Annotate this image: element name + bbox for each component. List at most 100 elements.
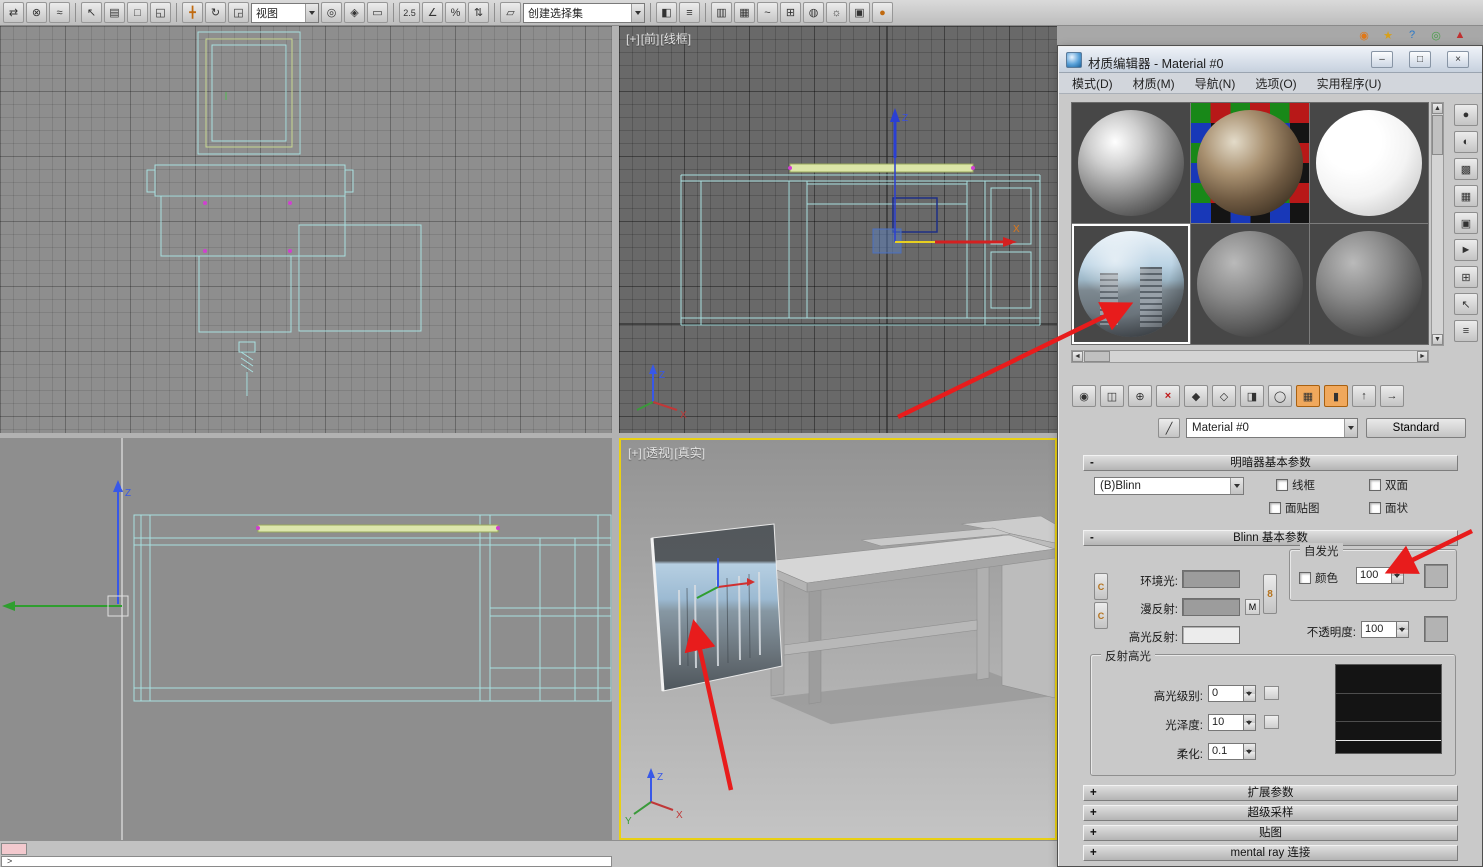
angle-snap-icon[interactable]: ∠ <box>422 2 443 23</box>
shader-type-dropdown[interactable]: (B)Blinn <box>1094 477 1244 495</box>
select-and-link-icon[interactable]: ⇄ <box>3 2 24 23</box>
rectangular-selection-icon[interactable]: □ <box>127 2 148 23</box>
viewport-menu-general[interactable]: [+] <box>628 446 642 460</box>
rollout-mental-ray-connection[interactable]: + mental ray 连接 <box>1083 845 1458 861</box>
video-color-check-icon[interactable]: ▣ <box>1454 212 1478 234</box>
material-sample-slot-2[interactable] <box>1191 103 1309 223</box>
spinner-down-icon[interactable] <box>1244 723 1255 731</box>
sample-uv-tiling-icon[interactable]: ▦ <box>1454 185 1478 207</box>
scroll-up-icon[interactable]: ▲ <box>1432 103 1443 114</box>
menu-item-material[interactable]: 材质(M) <box>1133 75 1175 92</box>
rollout-supersampling[interactable]: + 超级采样 <box>1083 805 1458 821</box>
self-illum-spinner[interactable]: 100 <box>1356 567 1404 584</box>
material-editor-titlebar[interactable]: 材质编辑器 - Material #0 – □ × <box>1059 47 1482 73</box>
viewport-menu-shading[interactable]: [真实] <box>674 446 705 460</box>
material-sample-slot-5[interactable] <box>1191 224 1309 344</box>
specular-level-spinner[interactable]: 0 <box>1208 685 1256 702</box>
viewport-menu-pov[interactable]: [前] <box>641 32 660 46</box>
rollout-shader-basic-parameters[interactable]: - 明暗器基本参数 <box>1083 455 1458 471</box>
soften-value[interactable]: 0.1 <box>1208 743 1244 760</box>
spinner-down-icon[interactable] <box>1244 752 1255 760</box>
make-preview-icon[interactable]: ► <box>1454 239 1478 261</box>
opacity-value[interactable]: 100 <box>1361 621 1397 638</box>
schematic-view-icon[interactable]: ⊞ <box>780 2 801 23</box>
spinner-down-icon[interactable] <box>1392 576 1403 584</box>
material-sample-slot-4-active[interactable] <box>1072 224 1190 344</box>
spinner-down-icon[interactable] <box>1397 630 1408 638</box>
window-crossing-icon[interactable]: ◱ <box>150 2 171 23</box>
percent-snap-icon[interactable]: % <box>445 2 466 23</box>
spinner-snap-icon[interactable]: ⇅ <box>468 2 489 23</box>
diffuse-color-swatch[interactable] <box>1182 598 1240 616</box>
search-icon[interactable]: ◎ <box>1428 27 1444 43</box>
material-type-button[interactable]: Standard <box>1366 418 1466 438</box>
menu-item-navigation[interactable]: 导航(N) <box>1195 75 1236 92</box>
glossiness-map-button[interactable] <box>1264 715 1279 729</box>
material-map-navigator-icon[interactable]: ≡ <box>1454 320 1478 342</box>
viewport-perspective[interactable]: [+][透视][真实] <box>619 438 1057 840</box>
viewport-menu-shading[interactable]: [线框] <box>660 32 691 46</box>
material-editor-options-icon[interactable]: ⊞ <box>1454 266 1478 288</box>
material-sample-slot-3[interactable] <box>1310 103 1428 223</box>
sample-type-icon[interactable]: ● <box>1454 104 1478 126</box>
menu-item-mode[interactable]: 模式(D) <box>1072 75 1113 92</box>
go-to-parent-icon[interactable]: ↑ <box>1352 385 1376 407</box>
put-to-library-icon[interactable]: ◨ <box>1240 385 1264 407</box>
maxscript-macro-recorder[interactable] <box>1 843 27 855</box>
assign-material-to-selection-icon[interactable]: ⊕ <box>1128 385 1152 407</box>
faceted-checkbox[interactable]: 面状 <box>1369 500 1408 516</box>
wire-checkbox[interactable]: 线框 <box>1276 477 1315 493</box>
select-and-manipulate-icon[interactable]: ◈ <box>344 2 365 23</box>
mirror-icon[interactable]: ◧ <box>656 2 677 23</box>
menu-item-utilities[interactable]: 实用程序(U) <box>1317 75 1382 92</box>
graphite-modeling-icon[interactable]: ▦ <box>734 2 755 23</box>
viewport-splitter-horizontal[interactable] <box>0 433 1057 438</box>
maxscript-mini-listener[interactable]: > <box>1 856 612 867</box>
face-map-checkbox[interactable]: 面贴图 <box>1269 500 1320 516</box>
material-name-dropdown[interactable]: Material #0 <box>1186 418 1358 438</box>
scrollbar-thumb[interactable] <box>1432 115 1443 155</box>
specular-level-map-button[interactable] <box>1264 686 1279 700</box>
reference-coordinate-dropdown[interactable]: 视图 <box>251 3 319 23</box>
diffuse-map-button[interactable]: M <box>1245 599 1260 615</box>
scroll-left-icon[interactable]: ◄ <box>1072 351 1083 362</box>
viewport-front[interactable]: [+][前][线框] <box>619 26 1057 433</box>
diffuse-specular-lock-button[interactable]: C <box>1094 602 1108 629</box>
material-sample-slot-6[interactable] <box>1310 224 1428 344</box>
communication-center-icon[interactable]: ◉ <box>1356 27 1372 43</box>
named-selection-set-dropdown[interactable]: 创建选择集 <box>523 3 645 23</box>
menu-item-options[interactable]: 选项(O) <box>1255 75 1296 92</box>
spinner-down-icon[interactable] <box>1244 694 1255 702</box>
edit-named-selection-sets-icon[interactable]: ▱ <box>500 2 521 23</box>
show-end-result-icon[interactable]: ▮ <box>1324 385 1348 407</box>
backlight-icon[interactable]: ◐ <box>1454 131 1478 153</box>
scrollbar-thumb[interactable] <box>1084 351 1110 362</box>
viewport-menu-pov[interactable]: [透视] <box>643 446 674 460</box>
background-icon[interactable]: ▩ <box>1454 158 1478 180</box>
material-id-channel-icon[interactable]: ◯ <box>1268 385 1292 407</box>
scroll-down-icon[interactable]: ▼ <box>1432 334 1443 345</box>
maximize-button[interactable]: □ <box>1409 51 1431 68</box>
two-sided-checkbox[interactable]: 双面 <box>1369 477 1408 493</box>
slots-horizontal-scrollbar[interactable]: ◄ ► <box>1071 350 1429 363</box>
sign-in-icon[interactable]: ▲ <box>1452 27 1468 43</box>
reset-map-icon[interactable]: × <box>1156 385 1180 407</box>
select-and-rotate-icon[interactable]: ↻ <box>205 2 226 23</box>
specular-color-swatch[interactable] <box>1182 626 1240 644</box>
render-production-icon[interactable]: ● <box>872 2 893 23</box>
select-and-move-icon[interactable]: ╋ <box>182 2 203 23</box>
select-and-scale-icon[interactable]: ◲ <box>228 2 249 23</box>
snaps-toggle-icon[interactable]: 2.5 <box>399 2 420 23</box>
make-material-copy-icon[interactable]: ◆ <box>1184 385 1208 407</box>
align-icon[interactable]: ≡ <box>679 2 700 23</box>
make-unique-icon[interactable]: ◇ <box>1212 385 1236 407</box>
specular-level-value[interactable]: 0 <box>1208 685 1244 702</box>
self-illum-color-slot[interactable] <box>1424 564 1448 588</box>
viewport-left[interactable]: Z <box>0 438 612 840</box>
glossiness-spinner[interactable]: 10 <box>1208 714 1256 731</box>
material-sample-slot-1[interactable] <box>1072 103 1190 223</box>
viewport-top[interactable] <box>0 26 612 433</box>
rollout-extended-parameters[interactable]: + 扩展参数 <box>1083 785 1458 801</box>
go-forward-to-sibling-icon[interactable]: → <box>1380 385 1404 407</box>
favorites-icon[interactable]: ★ <box>1380 27 1396 43</box>
